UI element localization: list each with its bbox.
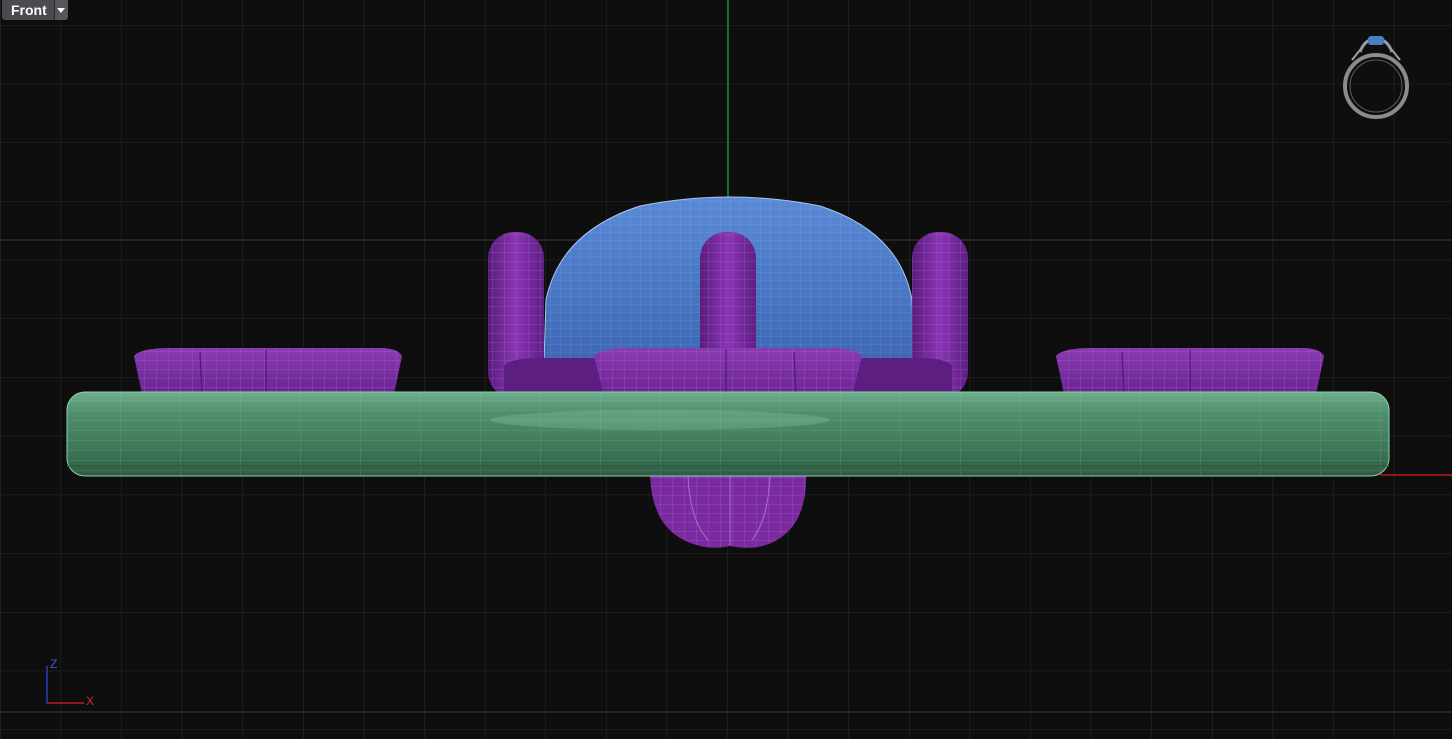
side-setting-left[interactable]	[134, 348, 402, 395]
viewport-title-tab[interactable]: Front	[2, 0, 68, 20]
ring-band[interactable]	[66, 391, 1390, 477]
side-setting-right[interactable]	[1056, 348, 1324, 395]
front-viewport[interactable]: Z X Front	[0, 0, 1452, 739]
viewport-name[interactable]: Front	[2, 0, 54, 20]
viewport-canvas[interactable]: Z X	[0, 0, 1452, 739]
axis-label-x: X	[86, 694, 94, 708]
chevron-down-icon[interactable]	[53, 0, 68, 20]
axis-label-z: Z	[50, 657, 57, 671]
